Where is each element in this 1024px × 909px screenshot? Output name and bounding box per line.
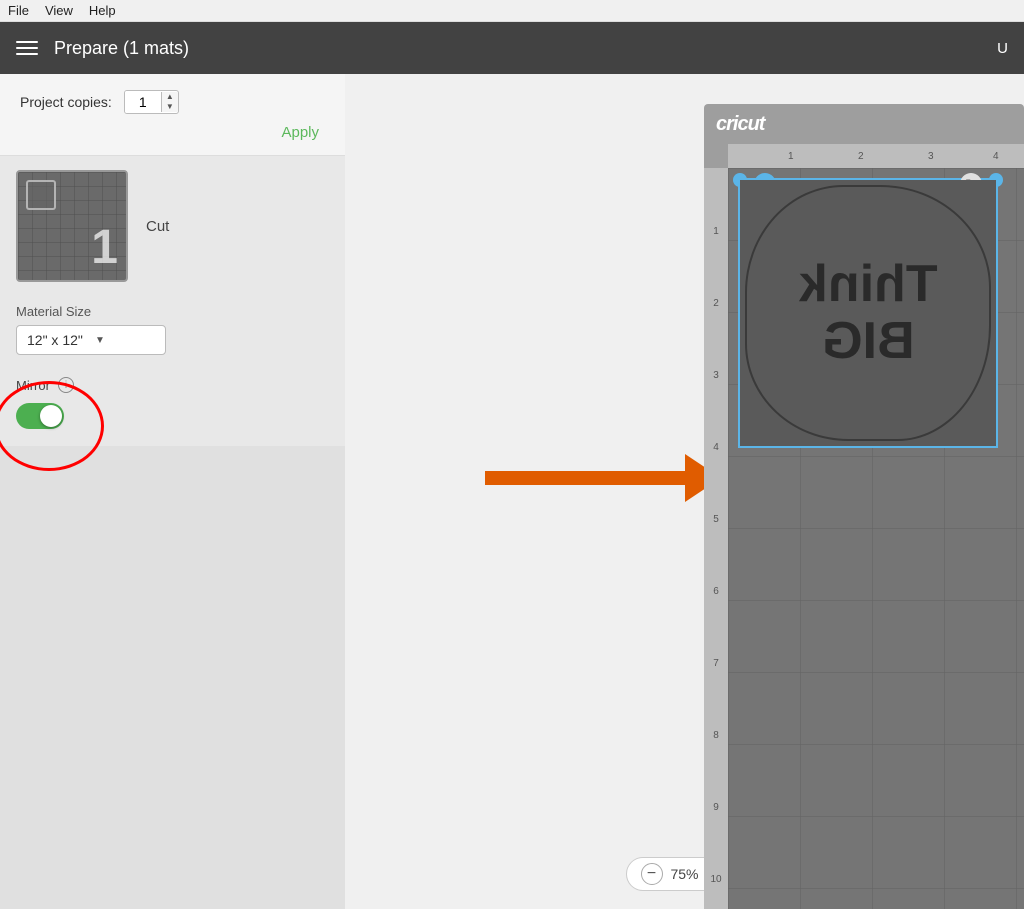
mat-thumbnail: 1: [16, 170, 128, 282]
app-header: Prepare (1 mats) U: [0, 22, 1024, 74]
material-size-select[interactable]: 12" x 12" ▼: [16, 325, 166, 355]
copies-decrement[interactable]: ▼: [162, 102, 178, 112]
design-inner: Think BIG: [740, 180, 996, 446]
ruler-num-1: 1: [704, 226, 728, 237]
content-area: − 75% + cricut 1 2 3 4 1 2 3 4 5: [345, 74, 1024, 909]
ruler-tick-3: 3: [928, 144, 934, 168]
ruler-num-7: 7: [704, 658, 728, 669]
ruler-num-10: 10: [704, 874, 728, 885]
left-ruler: 1 2 3 4 5 6 7 8 9 10: [704, 168, 728, 909]
menubar: File View Help: [0, 0, 1024, 22]
menu-help[interactable]: Help: [89, 3, 116, 18]
top-ruler: 1 2 3 4: [728, 144, 1024, 168]
material-size-label: Material Size: [16, 304, 329, 319]
main-layout: Project copies: 1 ▲ ▼ Apply 1: [0, 74, 1024, 909]
copies-input[interactable]: 1: [125, 91, 161, 113]
design-text-line1: Think: [799, 256, 938, 313]
mirror-toggle[interactable]: [16, 403, 64, 429]
ruler-tick-2: 2: [858, 144, 864, 168]
mat-grid-area: 1 2 3 4 5 6 7 8 9 10 ··· ↻: [704, 168, 1024, 909]
ruler-num-9: 9: [704, 802, 728, 813]
ruler-num-2: 2: [704, 298, 728, 309]
mat-grid-surface[interactable]: ··· ↻ Think BIG: [728, 168, 1024, 909]
design-element[interactable]: ··· ↻ Think BIG: [738, 178, 998, 448]
copies-increment[interactable]: ▲: [162, 92, 178, 102]
design-text-mirrored: Think BIG: [799, 256, 938, 370]
toggle-track[interactable]: [16, 403, 64, 429]
menu-view[interactable]: View: [45, 3, 73, 18]
ruler-corner: [704, 144, 728, 168]
sidebar-bottom: [0, 446, 345, 909]
copies-label: Project copies:: [20, 94, 112, 110]
ruler-num-4: 4: [704, 442, 728, 453]
menu-file[interactable]: File: [8, 3, 29, 18]
material-section: Material Size 12" x 12" ▼: [0, 294, 345, 365]
orange-arrow: [485, 454, 721, 502]
mat-number: 1: [91, 224, 118, 272]
ruler-row: 1 2 3 4: [704, 144, 1024, 168]
mirror-label: Mirror: [16, 378, 50, 393]
page-title: Prepare (1 mats): [54, 38, 189, 59]
spinner-buttons[interactable]: ▲ ▼: [161, 92, 178, 112]
toggle-thumb: [40, 405, 62, 427]
mat-section: 1 Cut: [0, 156, 345, 294]
user-button[interactable]: U: [997, 40, 1008, 57]
arrow-body: [485, 471, 685, 485]
apply-button[interactable]: Apply: [275, 122, 325, 143]
design-text-line2: BIG: [799, 313, 938, 370]
mirror-toggle-area: [16, 403, 64, 429]
mirror-info-icon[interactable]: i: [58, 377, 74, 393]
mirror-section: Mirror i: [0, 365, 345, 446]
cricut-logo: cricut: [716, 113, 764, 136]
sidebar: Project copies: 1 ▲ ▼ Apply 1: [0, 74, 345, 909]
zoom-level: 75%: [670, 866, 698, 882]
copies-spinner[interactable]: 1 ▲ ▼: [124, 90, 179, 114]
ruler-num-8: 8: [704, 730, 728, 741]
ruler-num-3: 3: [704, 370, 728, 381]
chevron-down-icon: ▼: [95, 335, 155, 346]
zoom-out-button[interactable]: −: [640, 863, 662, 885]
hamburger-menu[interactable]: [16, 41, 38, 55]
cricut-brand-bar: cricut: [704, 104, 1024, 144]
material-size-value: 12" x 12": [27, 332, 87, 348]
ruler-num-6: 6: [704, 586, 728, 597]
ruler-tick-4: 4: [993, 144, 999, 168]
ruler-num-5: 5: [704, 514, 728, 525]
copies-section: Project copies: 1 ▲ ▼ Apply: [0, 74, 345, 156]
mat-action-label: Cut: [146, 218, 169, 235]
ruler-tick-1: 1: [788, 144, 794, 168]
